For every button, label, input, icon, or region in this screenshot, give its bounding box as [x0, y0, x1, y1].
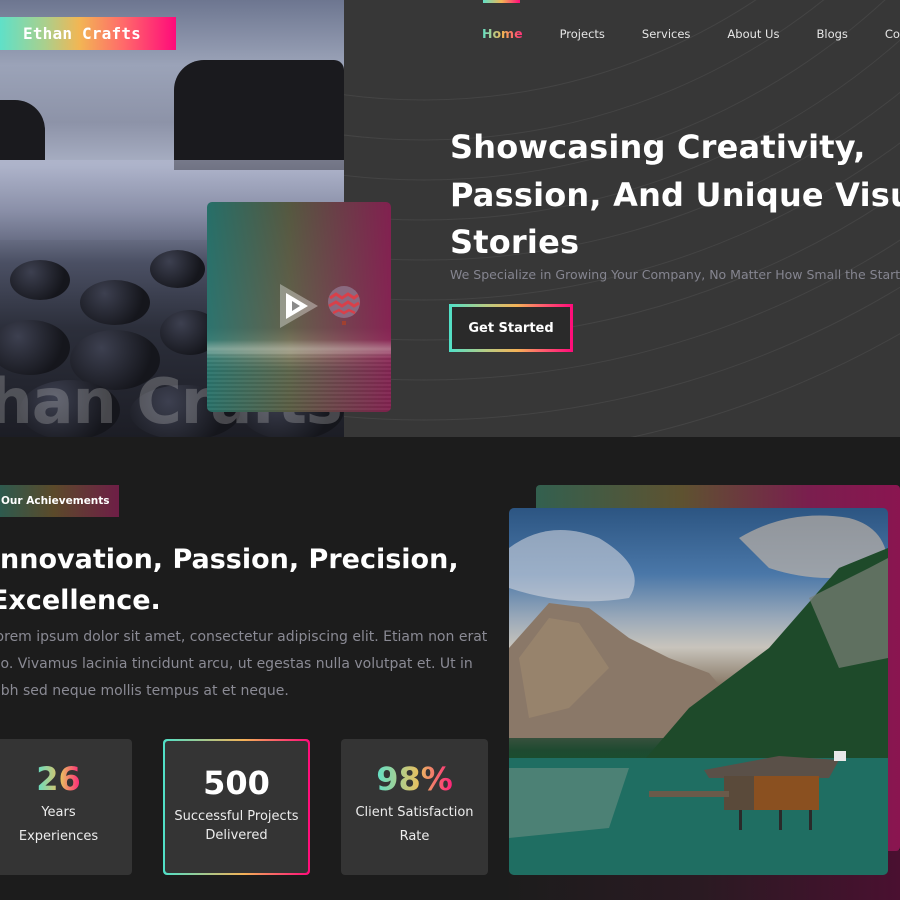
get-started-button-label[interactable]: Get Started	[452, 307, 570, 349]
stat-value: 26	[36, 760, 81, 798]
hero-subtitle: We Specialize in Growing Your Company, N…	[450, 267, 900, 282]
nav-item-blogs[interactable]: Blogs	[816, 26, 847, 42]
nav-item-projects[interactable]: Projects	[560, 26, 605, 42]
nav-active-indicator	[483, 0, 520, 3]
cliff-left	[0, 100, 45, 160]
nav-item-contact[interactable]: Contact	[885, 26, 900, 42]
balloon-image	[328, 286, 360, 325]
hero-title: Showcasing Creativity, Passion, And Uniq…	[450, 128, 900, 261]
achievements-title: Innovation, Passion, Precision, Excellen…	[0, 544, 459, 616]
nav-item-home[interactable]: Home	[482, 26, 523, 42]
stat-label: Successful Projects Delivered	[174, 809, 299, 843]
nav-item-services[interactable]: Services	[642, 26, 691, 42]
stat-card-years: 26 Years Experiences	[0, 739, 132, 875]
achievements-description: Lorem ipsum dolor sit amet, consectetur …	[0, 629, 488, 699]
achievements-section: Our Achievements Innovation, Passion, Pr…	[0, 437, 900, 900]
stat-card-satisfaction: 98% Client Satisfaction Rate	[341, 739, 488, 875]
stat-label: Client Satisfaction Rate	[355, 805, 474, 844]
main-nav: Home Projects Services About Us Blogs Co…	[482, 26, 900, 42]
section-badge: Our Achievements	[0, 485, 119, 517]
get-started-button[interactable]: Get Started	[449, 304, 573, 352]
page: than Crafts Ethan Crafts Home Projects	[0, 0, 900, 900]
stat-value: 98%	[376, 760, 453, 798]
nav-item-about-us[interactable]: About Us	[727, 26, 779, 42]
landscape-illustration	[509, 515, 888, 875]
play-icon[interactable]	[280, 284, 318, 328]
stat-value: 500	[203, 764, 270, 802]
video-thumbnail[interactable]	[207, 202, 391, 412]
stat-label: Years Experiences	[18, 805, 99, 844]
lake-cabin-photo	[509, 508, 888, 875]
stat-card-projects: 500 Successful Projects Delivered	[163, 739, 310, 875]
brand-logo[interactable]: Ethan Crafts	[0, 17, 176, 50]
hero-section: than Crafts Ethan Crafts Home Projects	[0, 0, 900, 437]
cliff-right	[174, 60, 344, 170]
